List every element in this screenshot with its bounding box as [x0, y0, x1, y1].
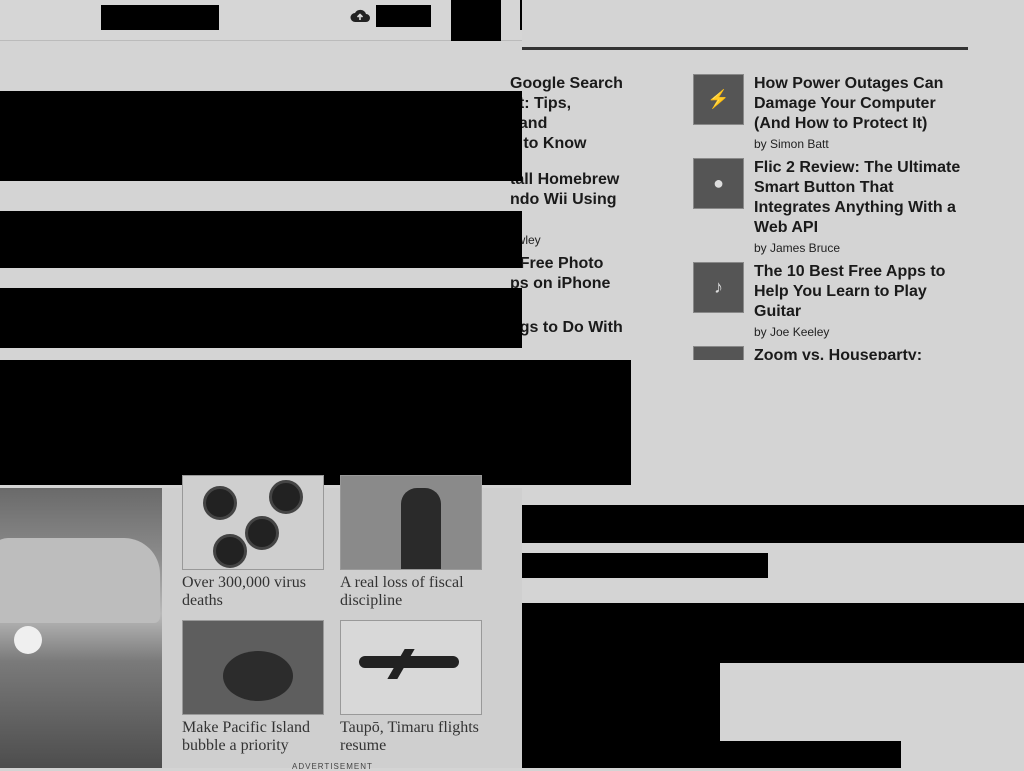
- virus-particle-icon: [269, 480, 303, 514]
- article-item[interactable]: ▣ Zoom vs. Houseparty:: [693, 346, 968, 360]
- article-byline: by Simon Batt: [754, 137, 829, 151]
- virus-particle-icon: [245, 516, 279, 550]
- article-title[interactable]: tall Homebrew ndo Wii Using b: [510, 170, 670, 230]
- video-call-thumbnail-icon[interactable]: ▣: [693, 346, 744, 360]
- news-caption[interactable]: Taupō, Timaru flights resume: [340, 719, 482, 755]
- news-caption[interactable]: A real loss of fiscal discipline: [340, 574, 482, 610]
- news-caption[interactable]: Make Pacific Island bubble a priority: [182, 719, 324, 755]
- article-byline: awley: [510, 233, 541, 247]
- virus-image[interactable]: [182, 475, 324, 570]
- cloud-upload-icon[interactable]: [350, 8, 370, 24]
- redacted-header-button[interactable]: [376, 5, 431, 27]
- redacted-banner-1: [0, 91, 522, 181]
- news-hero-image[interactable]: [0, 488, 162, 768]
- redacted-logo: [101, 5, 219, 30]
- article-item[interactable]: tall Homebrew ndo Wii Using b awley: [510, 170, 670, 248]
- article-item[interactable]: ngs to Do With: [510, 318, 670, 338]
- redacted-banner-2: [0, 211, 522, 268]
- politician-image[interactable]: [340, 475, 482, 570]
- headlight-shape: [14, 626, 42, 654]
- article-item[interactable]: ⚡ How Power Outages Can Damage Your Comp…: [693, 74, 968, 158]
- article-title[interactable]: ngs to Do With: [510, 318, 670, 338]
- redacted-bar-1: [522, 505, 1024, 543]
- news-card[interactable]: Make Pacific Island bubble a priority: [182, 620, 324, 755]
- smart-button-thumbnail-icon[interactable]: ●: [693, 158, 744, 209]
- article-item[interactable]: Google Search et: Tips, , and s to Know: [510, 74, 670, 154]
- news-card[interactable]: Over 300,000 virus deaths: [182, 475, 324, 610]
- computer-thumbnail-icon[interactable]: ⚡: [693, 74, 744, 125]
- article-item[interactable]: t Free Photo ps on iPhone: [510, 254, 670, 294]
- article-item[interactable]: ● Flic 2 Review: The Ultimate Smart Butt…: [693, 158, 968, 262]
- article-item[interactable]: ♪ The 10 Best Free Apps to Help You Lear…: [693, 262, 968, 346]
- article-title[interactable]: Zoom vs. Houseparty:: [754, 346, 922, 360]
- redacted-bar-2: [522, 553, 768, 578]
- redacted-square-button[interactable]: [451, 0, 501, 41]
- redacted-panel-top: [522, 603, 1024, 663]
- virus-particle-icon: [213, 534, 247, 568]
- article-column-left: Google Search et: Tips, , and s to Know …: [510, 74, 670, 360]
- crater-shape: [223, 651, 293, 701]
- redacted-panel-bottom: [522, 741, 901, 768]
- article-byline: by Joe Keeley: [754, 325, 830, 339]
- section-rule: [522, 47, 968, 50]
- news-card[interactable]: Taupō, Timaru flights resume: [340, 620, 482, 755]
- article-title[interactable]: Google Search et: Tips, , and s to Know: [510, 74, 670, 154]
- article-title[interactable]: The 10 Best Free Apps to Help You Learn …: [754, 262, 968, 322]
- redacted-divider: [520, 0, 522, 30]
- car-shape: [0, 538, 160, 623]
- plane-image[interactable]: [340, 620, 482, 715]
- advertisement-label: ADVERTISEMENT: [292, 762, 373, 771]
- article-column-right: ⚡ How Power Outages Can Damage Your Comp…: [693, 74, 968, 360]
- redacted-panel-left: [522, 663, 720, 741]
- guitar-thumbnail-icon[interactable]: ♪: [693, 262, 744, 313]
- news-caption[interactable]: Over 300,000 virus deaths: [182, 574, 324, 610]
- article-title[interactable]: Flic 2 Review: The Ultimate Smart Button…: [754, 158, 968, 238]
- top-bar: [0, 0, 522, 41]
- virus-particle-icon: [203, 486, 237, 520]
- news-card[interactable]: A real loss of fiscal discipline: [340, 475, 482, 610]
- island-image[interactable]: [182, 620, 324, 715]
- redacted-banner-4: [0, 360, 631, 485]
- article-byline: by James Bruce: [754, 241, 841, 255]
- article-title[interactable]: How Power Outages Can Damage Your Comput…: [754, 74, 968, 134]
- person-shape: [401, 488, 441, 569]
- redacted-banner-3: [0, 288, 522, 348]
- article-title[interactable]: t Free Photo ps on iPhone: [510, 254, 670, 294]
- news-grid: Over 300,000 virus deaths A real loss of…: [162, 475, 522, 771]
